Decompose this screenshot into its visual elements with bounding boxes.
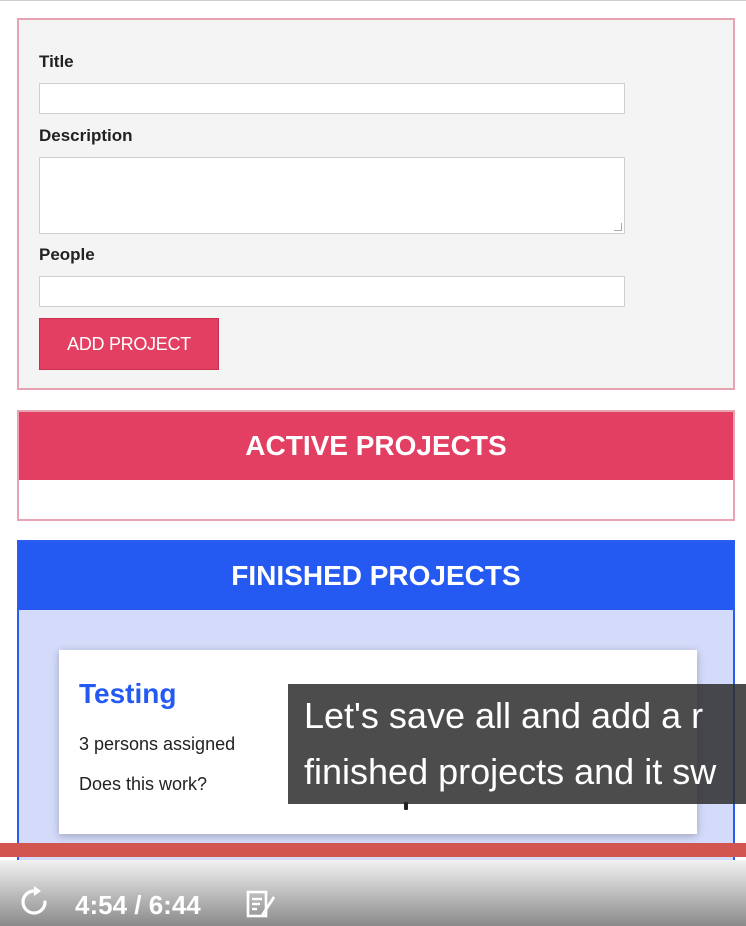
add-project-button[interactable]: ADD PROJECT <box>39 318 219 370</box>
title-input[interactable] <box>39 83 625 114</box>
active-projects-section: ACTIVE PROJECTS <box>17 410 735 521</box>
people-input[interactable] <box>39 276 625 307</box>
finished-projects-heading: FINISHED PROJECTS <box>19 542 733 610</box>
resize-grip-icon[interactable] <box>614 223 622 231</box>
video-controls-bar: 4:54 / 6:44 <box>0 860 746 926</box>
replay-icon[interactable] <box>18 886 50 918</box>
active-projects-heading: ACTIVE PROJECTS <box>19 412 733 480</box>
people-label: People <box>39 245 95 264</box>
caption-line-1: Let's save all and add a r <box>304 695 704 736</box>
project-title: Testing <box>79 678 177 709</box>
mouse-cursor-icon <box>404 802 408 810</box>
top-divider <box>0 0 746 1</box>
caption-line-2: finished projects and it sw <box>304 751 717 792</box>
title-label: Title <box>39 52 74 71</box>
video-progress-bar[interactable] <box>0 843 746 857</box>
video-caption: Let's save all and add a r finished proj… <box>288 684 746 804</box>
project-description: Does this work? <box>79 774 208 794</box>
notes-icon[interactable] <box>245 888 277 920</box>
project-assigned-count: 3 persons assigned <box>79 734 236 754</box>
time-display: 4:54 / 6:44 <box>75 890 201 920</box>
description-label: Description <box>39 126 133 145</box>
description-textarea[interactable] <box>39 157 625 234</box>
add-project-form: Title Description People ADD PROJECT <box>17 18 735 390</box>
